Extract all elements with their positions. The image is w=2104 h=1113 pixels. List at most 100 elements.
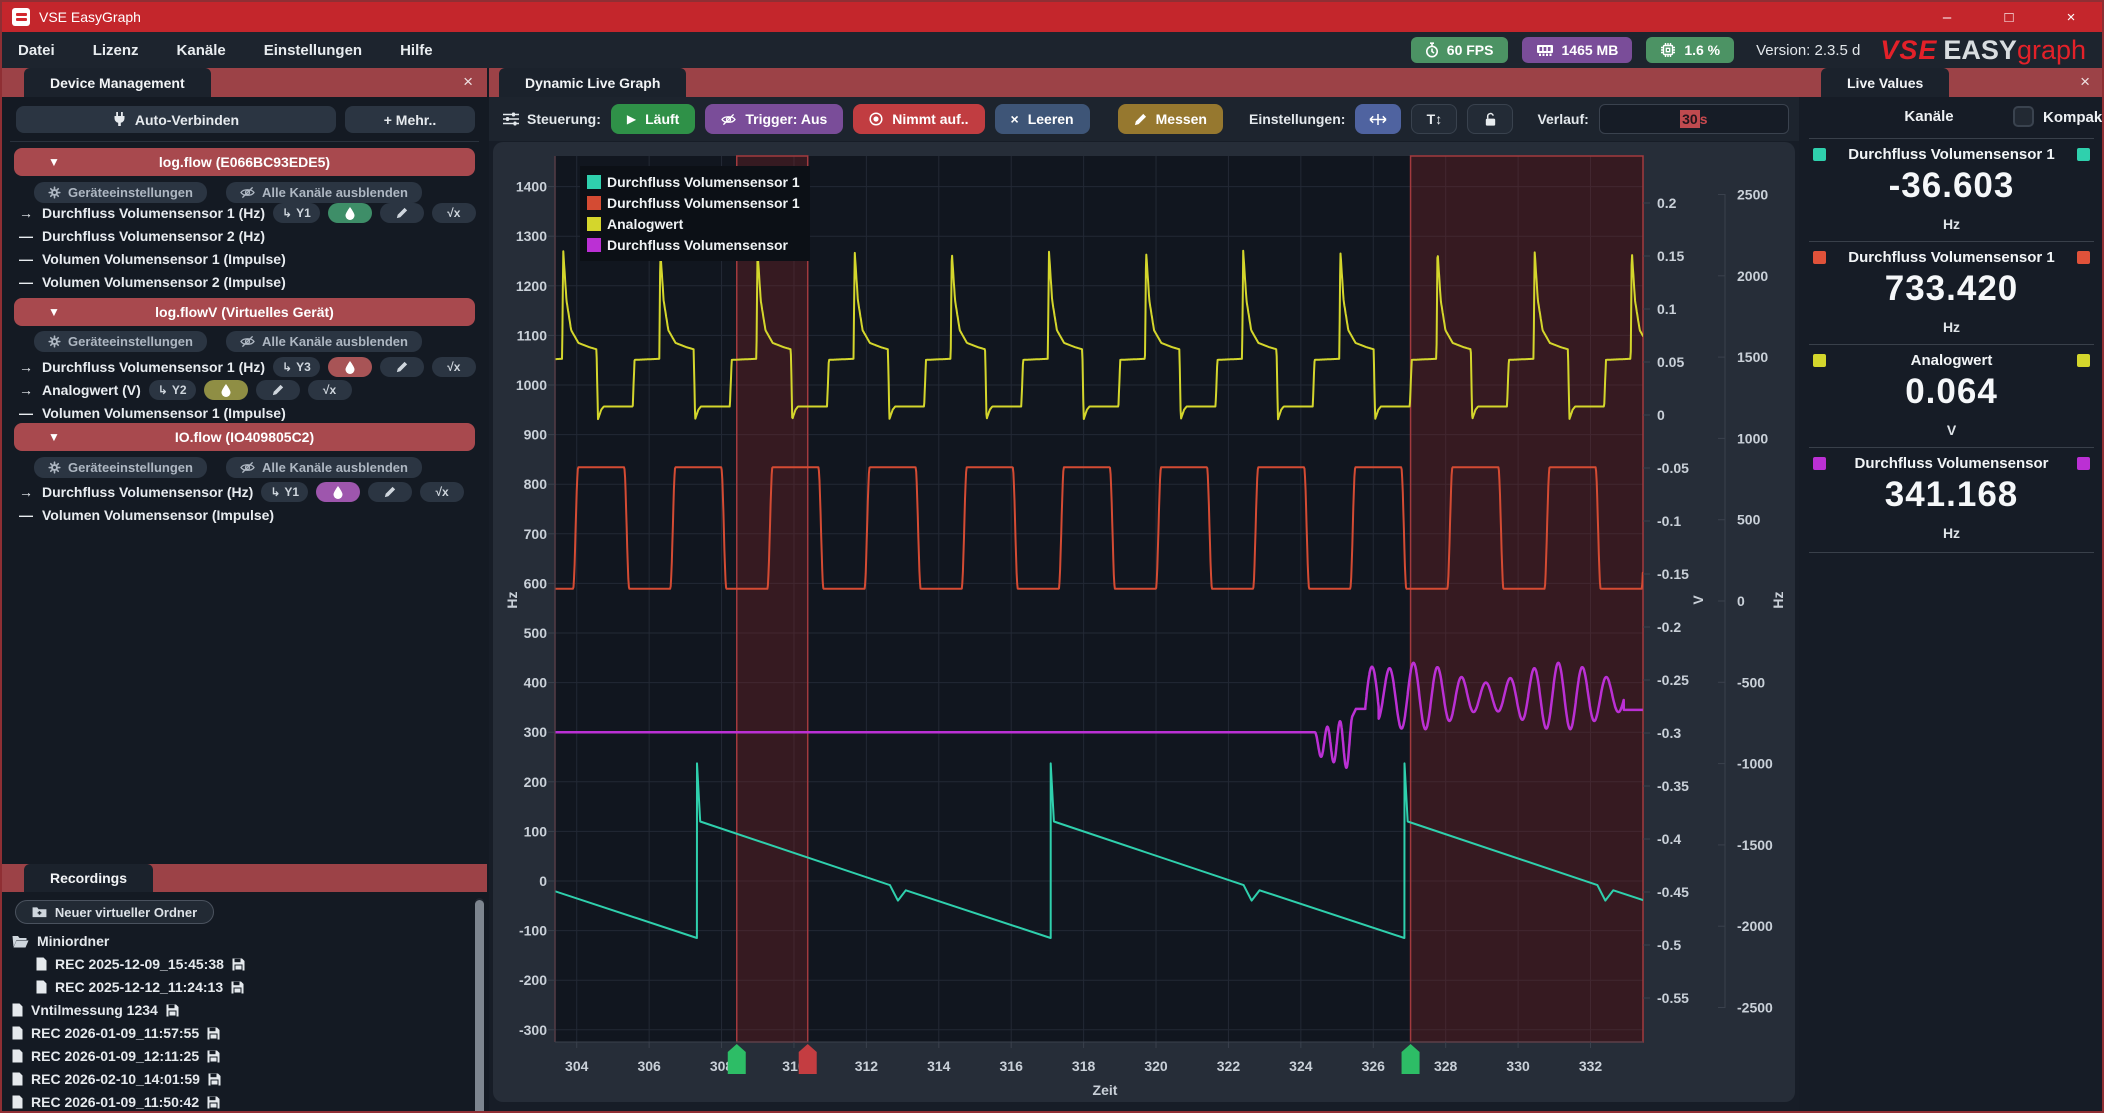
clear-button[interactable]: × Leeren	[995, 104, 1090, 134]
formula-button[interactable]: √x	[420, 482, 464, 502]
channel-row[interactable]: → Durchfluss Volumensensor (Hz) ↳Y1 √x	[18, 481, 464, 503]
legend-item[interactable]: Durchfluss Volumensensor 1	[587, 171, 800, 192]
rename-button[interactable]	[256, 380, 300, 400]
y-tick-label: 1100	[517, 327, 548, 343]
collapse-icon[interactable]: ▼	[48, 305, 60, 319]
color-droplet-button[interactable]	[328, 357, 372, 377]
x-tick-label: 330	[1506, 1058, 1530, 1074]
rename-button[interactable]	[380, 357, 424, 377]
hide-all-channels-button[interactable]: Alle Kanäle ausblenden	[226, 331, 422, 352]
kompakt-checkbox[interactable]	[2013, 106, 2034, 127]
maximize-button[interactable]: □	[1978, 2, 2040, 32]
channel-row[interactable]: — Durchfluss Volumensensor 2 (Hz)	[18, 225, 265, 247]
device-settings-button[interactable]: Geräteeinstellungen	[34, 331, 207, 352]
y-tick-label: 500	[1737, 512, 1761, 528]
device-settings-button[interactable]: Geräteeinstellungen	[34, 457, 207, 478]
verlauf-input[interactable]: 30s	[1599, 104, 1789, 134]
legend-item[interactable]: Analogwert	[587, 213, 800, 234]
color-droplet-button[interactable]	[204, 380, 248, 400]
hide-all-channels-button[interactable]: Alle Kanäle ausblenden	[226, 457, 422, 478]
auto-connect-button[interactable]: Auto-Verbinden	[16, 106, 336, 133]
y-tick-label: 0.1	[1657, 301, 1677, 317]
y-tick-label: -0.5	[1657, 937, 1681, 953]
rename-button[interactable]	[368, 482, 412, 502]
menu-lizenz[interactable]: Lizenz	[93, 42, 139, 59]
version-label: Version: 2.3.5 d	[1756, 42, 1860, 59]
formula-button[interactable]: √x	[308, 380, 352, 400]
formula-button[interactable]: √x	[432, 357, 476, 377]
recordings-file-row[interactable]: REC 2026-01-09_11:57:55	[12, 1022, 220, 1044]
channel-row[interactable]: → Durchfluss Volumensensor 1 (Hz) ↳Y1 √x	[18, 202, 476, 224]
droplet-icon	[345, 361, 355, 374]
collapse-icon[interactable]: ▼	[48, 155, 60, 169]
title-bar[interactable]: VSE EasyGraph – □ ×	[2, 2, 2102, 32]
menu-einstellungen[interactable]: Einstellungen	[264, 42, 362, 59]
hide-all-channels-button[interactable]: Alle Kanäle ausblenden	[226, 182, 422, 203]
new-virtual-folder-button[interactable]: Neuer virtueller Ordner	[15, 900, 214, 924]
y-tick-label: 900	[524, 427, 548, 443]
rename-button[interactable]	[380, 203, 424, 223]
tab-device-management[interactable]: Device Management	[24, 68, 211, 97]
y-tick-label: 100	[524, 823, 548, 839]
close-button[interactable]: ×	[2040, 2, 2102, 32]
floppy-icon	[207, 1096, 220, 1109]
recordings-file-row[interactable]: REC 2025-12-09_15:45:38	[36, 953, 245, 975]
channel-row[interactable]: — Volumen Volumensensor 1 (Impulse)	[18, 402, 286, 424]
legend-item[interactable]: Durchfluss Volumensensor 1	[587, 192, 800, 213]
recordings-file-row[interactable]: REC 2026-01-09_12:11:25	[12, 1045, 220, 1067]
lock-button[interactable]	[1467, 104, 1513, 134]
recordings-folder-row[interactable]: Miniordner	[12, 930, 109, 952]
x-tick-label: 324	[1289, 1058, 1313, 1074]
device-header-logflowv[interactable]: ▼ log.flowV (Virtuelles Gerät)	[14, 298, 475, 326]
record-button[interactable]: Nimmt auf..	[853, 104, 984, 134]
measure-button[interactable]: Messen	[1118, 104, 1223, 134]
device-header-logflow[interactable]: ▼ log.flow (E066BC93EDE5)	[14, 148, 475, 176]
color-droplet-button[interactable]	[328, 203, 372, 223]
channel-row[interactable]: — Volumen Volumensensor 1 (Impulse)	[18, 248, 286, 270]
scrollbar-thumb[interactable]	[475, 900, 484, 1113]
axis-assign-button[interactable]: ↳Y2	[149, 380, 196, 400]
device-settings-button[interactable]: Geräteeinstellungen	[34, 182, 207, 203]
axis-assign-button[interactable]: ↳Y3	[273, 357, 320, 377]
y-tick-label: -0.55	[1657, 990, 1689, 1006]
collapse-icon[interactable]: ▼	[48, 430, 60, 444]
run-button[interactable]: ▶ Läuft	[611, 104, 695, 134]
recordings-file-row[interactable]: Vntilmessung 1234	[12, 999, 179, 1021]
menu-kanaele[interactable]: Kanäle	[177, 42, 226, 59]
channel-row[interactable]: → Durchfluss Volumensensor 1 (Hz) ↳Y3 √x	[18, 356, 476, 378]
y-tick-label: -200	[519, 972, 547, 988]
device-header-ioflow[interactable]: ▼ IO.flow (IO409805C2)	[14, 423, 475, 451]
recordings-scrollbar[interactable]	[475, 898, 484, 1109]
channel-row[interactable]: — Volumen Volumensensor 2 (Impulse)	[18, 271, 286, 293]
color-droplet-button[interactable]	[316, 482, 360, 502]
channel-hidden-dash: —	[18, 251, 34, 267]
trigger-button[interactable]: Trigger: Aus	[705, 104, 843, 134]
y-axis-title: V	[1690, 595, 1706, 605]
axis-assign-button[interactable]: ↳Y1	[261, 482, 308, 502]
live-values-close-icon[interactable]: ×	[2080, 72, 2090, 92]
channel-row[interactable]: — Volumen Volumensensor (Impulse)	[18, 504, 274, 526]
autoscale-button[interactable]	[1355, 104, 1401, 134]
pencil-icon	[384, 486, 396, 498]
device-management-close-icon[interactable]: ×	[463, 72, 473, 92]
recordings-file-row[interactable]: REC 2025-12-12_11:24:13	[36, 976, 244, 998]
plug-icon	[113, 112, 126, 127]
legend-item[interactable]: Durchfluss Volumensensor	[587, 234, 800, 255]
recordings-file-row[interactable]: REC 2026-02-10_14:01:59	[12, 1068, 221, 1090]
tab-live-values[interactable]: Live Values	[1821, 68, 1949, 97]
minimize-button[interactable]: –	[1916, 2, 1978, 32]
text-size-button[interactable]: T↕	[1411, 104, 1457, 134]
tab-recordings[interactable]: Recordings	[24, 864, 153, 892]
channel-row[interactable]: → Analogwert (V) ↳Y2 √x	[18, 379, 352, 401]
axis-assign-button[interactable]: ↳Y1	[273, 203, 320, 223]
live-graph-chart[interactable]: -300-200-1000100200300400500600700800900…	[489, 137, 1799, 1113]
tab-dynamic-live-graph[interactable]: Dynamic Live Graph	[499, 68, 686, 97]
formula-button[interactable]: √x	[432, 203, 476, 223]
recordings-file-row[interactable]: REC 2026-01-09_11:50:42	[12, 1091, 220, 1113]
device-management-bar: Device Management ×	[2, 68, 487, 97]
menu-datei[interactable]: Datei	[18, 42, 55, 59]
y-tick-label: 2000	[1737, 268, 1768, 284]
more-button[interactable]: + Mehr..	[345, 106, 475, 133]
y-tick-label: 1200	[516, 278, 547, 294]
menu-hilfe[interactable]: Hilfe	[400, 42, 433, 59]
